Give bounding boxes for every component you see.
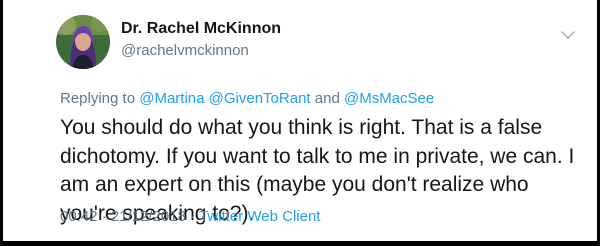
replying-to-prefix: Replying to bbox=[60, 90, 140, 107]
tweet-card: Dr. Rachel McKinnon @rachelvmckinnon Rep… bbox=[3, 0, 597, 241]
mention-link[interactable]: @Martina bbox=[139, 90, 204, 107]
author-display-name[interactable]: Dr. Rachel McKinnon bbox=[121, 20, 281, 38]
tweet-date[interactable]: 21/12/2018 bbox=[111, 208, 186, 225]
mention-link[interactable]: @GivenToRant bbox=[209, 90, 311, 107]
author-handle[interactable]: @rachelvmckinnon bbox=[121, 42, 249, 59]
tweet-meta: 00:42 · 21/12/2018 · Twitter Web Client bbox=[60, 208, 320, 225]
tweet-time[interactable]: 00:42 bbox=[60, 208, 98, 225]
mention-separator: and bbox=[310, 90, 344, 107]
avatar[interactable] bbox=[56, 15, 110, 69]
mention-link[interactable]: @MsMacSee bbox=[344, 90, 434, 107]
tweet-client-link[interactable]: Twitter Web Client bbox=[199, 208, 320, 225]
meta-separator: · bbox=[185, 208, 200, 225]
screenshot-frame: Dr. Rachel McKinnon @rachelvmckinnon Rep… bbox=[0, 0, 600, 246]
replying-to-line: Replying to @Martina @GivenToRant and @M… bbox=[60, 90, 434, 107]
meta-separator: · bbox=[97, 208, 111, 225]
chevron-down-icon[interactable] bbox=[560, 28, 576, 40]
avatar-image bbox=[56, 15, 110, 69]
